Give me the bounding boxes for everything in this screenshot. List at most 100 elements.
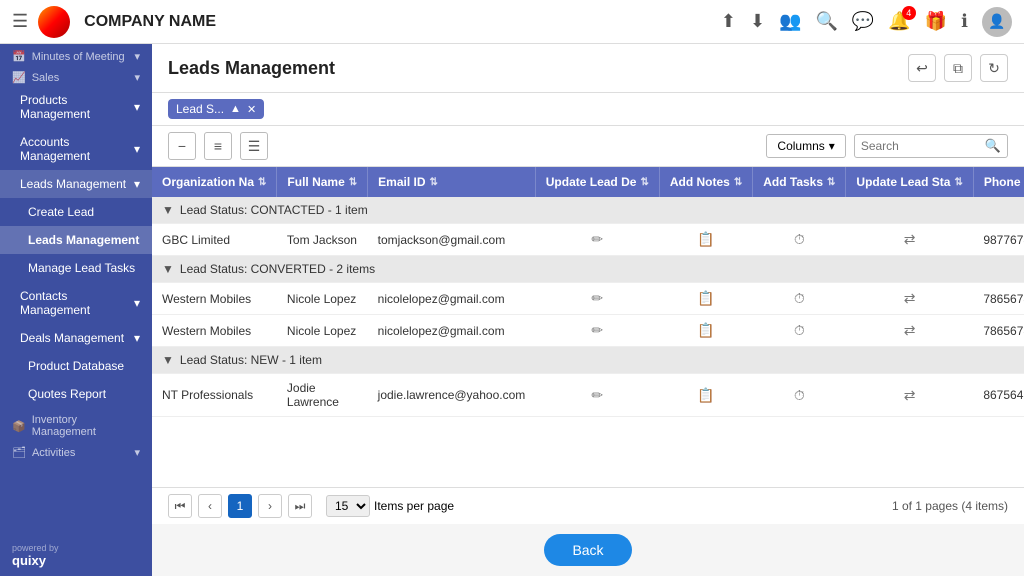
filter-chip-label: Lead S... [176, 102, 224, 116]
sidebar-item-minutes-of-meeting[interactable]: 📅 Minutes of Meeting ▾ [0, 44, 152, 65]
columns-button[interactable]: Columns ▾ [766, 134, 845, 158]
sidebar-item-leads-management[interactable]: Leads Management ▾ [0, 170, 152, 198]
minus-button[interactable]: − [168, 132, 196, 160]
group-toggle[interactable]: ▼ [162, 353, 174, 367]
group-row-1: ▼Lead Status: CONVERTED - 2 items [152, 256, 1024, 283]
cell-status[interactable]: ⇄ [846, 283, 973, 315]
cell-notes[interactable]: 📋 [659, 224, 752, 256]
refresh-button[interactable]: ↻ [980, 54, 1008, 82]
users-icon[interactable]: 👥 [779, 11, 801, 32]
pagination-info: 1 of 1 pages (4 items) [892, 499, 1008, 513]
document-icon[interactable]: 📋 [697, 290, 714, 306]
sidebar-item-products-management[interactable]: Products Management ▾ [0, 86, 152, 128]
cell-tasks[interactable]: ⏱ [753, 283, 846, 315]
filter-close-icon[interactable]: ✕ [247, 103, 256, 116]
th-update-lead-de: Update Lead De ⇅ [535, 167, 659, 197]
next-page-button[interactable]: › [258, 494, 282, 518]
chevron-down-icon-sales: ▾ [134, 71, 140, 84]
copy-button[interactable]: ⧉ [944, 54, 972, 82]
group-toggle[interactable]: ▼ [162, 203, 174, 217]
download-icon[interactable]: ⬇ [750, 11, 765, 32]
search-box[interactable]: 🔍 [854, 134, 1008, 158]
last-page-button[interactable]: ⏭ [288, 494, 312, 518]
sidebar-item-inventory-management[interactable]: 📦 Inventory Management [0, 408, 152, 440]
cell-notes[interactable]: 📋 [659, 315, 752, 347]
sidebar-item-contacts-management[interactable]: Contacts Management ▾ [0, 282, 152, 324]
filter-chip[interactable]: Lead S... ▲ ✕ [168, 99, 264, 119]
cell-notes[interactable]: 📋 [659, 374, 752, 417]
clock-icon[interactable]: ⏱ [794, 387, 805, 403]
sidebar-item-manage-lead-tasks[interactable]: Manage Lead Tasks [0, 254, 152, 282]
sidebar-item-quotes-report[interactable]: Quotes Report [0, 380, 152, 408]
avatar[interactable]: 👤 [982, 7, 1012, 37]
sidebar-item-sales[interactable]: 📈 Sales ▾ [0, 65, 152, 86]
cell-tasks[interactable]: ⏱ [753, 315, 846, 347]
gift-icon[interactable]: 🎁 [925, 11, 947, 32]
cell-tasks[interactable]: ⏱ [753, 374, 846, 417]
table-row: Western Mobiles Nicole Lopez nicolelopez… [152, 283, 1024, 315]
sidebar-item-activities[interactable]: 🗂 Activities ▾ [0, 440, 152, 461]
cell-update-lead[interactable]: ✏ [535, 315, 659, 347]
document-icon[interactable]: 📋 [697, 231, 714, 247]
clock-icon[interactable]: ⏱ [794, 322, 805, 338]
arrows-icon[interactable]: ⇄ [904, 231, 916, 247]
list-button-1[interactable]: ≡ [204, 132, 232, 160]
cell-fullname: Tom Jackson [277, 224, 368, 256]
sort-icon-fullname[interactable]: ⇅ [349, 177, 357, 188]
cell-status[interactable]: ⇄ [846, 224, 973, 256]
back-button[interactable]: Back [544, 534, 631, 566]
arrows-icon[interactable]: ⇄ [904, 290, 916, 306]
sort-icon-update[interactable]: ⇅ [640, 177, 648, 188]
list-button-2[interactable]: ☰ [240, 132, 268, 160]
company-name: COMPANY NAME [84, 13, 216, 31]
pencil-icon[interactable]: ✏ [591, 290, 603, 306]
items-per-page: 15 25 50 Items per page [326, 495, 454, 517]
arrows-icon[interactable]: ⇄ [904, 322, 916, 338]
pencil-icon[interactable]: ✏ [591, 322, 603, 338]
undo-button[interactable]: ↩ [908, 54, 936, 82]
group-toggle[interactable]: ▼ [162, 262, 174, 276]
sidebar-item-deals-management[interactable]: Deals Management ▾ [0, 324, 152, 352]
sort-icon-org[interactable]: ⇅ [258, 177, 266, 188]
cell-update-lead[interactable]: ✏ [535, 283, 659, 315]
first-page-button[interactable]: ⏮ [168, 494, 192, 518]
notification-icon[interactable]: 🔔4 [888, 11, 910, 32]
clock-icon[interactable]: ⏱ [794, 290, 805, 306]
search-icon-toolbar: 🔍 [985, 138, 1001, 154]
document-icon[interactable]: 📋 [697, 322, 714, 338]
sidebar-item-create-lead[interactable]: Create Lead [0, 198, 152, 226]
document-icon[interactable]: 📋 [697, 387, 714, 403]
prev-page-button[interactable]: ‹ [198, 494, 222, 518]
cell-update-lead[interactable]: ✏ [535, 224, 659, 256]
th-add-notes: Add Notes ⇅ [659, 167, 752, 197]
info-icon[interactable]: ℹ [961, 11, 968, 32]
upload-icon[interactable]: ⬆ [721, 11, 736, 32]
sort-icon-email[interactable]: ⇅ [430, 177, 438, 188]
topbar-right: ⬆ ⬇ 👥 🔍 💬 🔔4 🎁 ℹ 👤 [721, 7, 1012, 37]
chat-icon[interactable]: 💬 [852, 11, 874, 32]
pencil-icon[interactable]: ✏ [591, 387, 603, 403]
sort-icon-status[interactable]: ⇅ [954, 177, 962, 188]
minutes-icon: 📅 [12, 50, 26, 63]
clock-icon[interactable]: ⏱ [794, 231, 805, 247]
hamburger-icon[interactable]: ☰ [12, 11, 28, 32]
company-logo [38, 6, 70, 38]
search-input[interactable] [861, 139, 981, 153]
page-1-button[interactable]: 1 [228, 494, 252, 518]
sidebar-item-product-database[interactable]: Product Database [0, 352, 152, 380]
topbar-left: ☰ COMPANY NAME [12, 6, 216, 38]
sidebar-item-accounts-management[interactable]: Accounts Management ▾ [0, 128, 152, 170]
sort-icon-notes[interactable]: ⇅ [734, 177, 742, 188]
cell-update-lead[interactable]: ✏ [535, 374, 659, 417]
cell-notes[interactable]: 📋 [659, 283, 752, 315]
cell-status[interactable]: ⇄ [846, 315, 973, 347]
sort-icon-tasks[interactable]: ⇅ [827, 177, 835, 188]
cell-status[interactable]: ⇄ [846, 374, 973, 417]
sidebar-item-leads-management-sub[interactable]: Leads Management [0, 226, 152, 254]
back-area: Back [152, 524, 1024, 576]
pencil-icon[interactable]: ✏ [591, 231, 603, 247]
search-icon[interactable]: 🔍 [815, 11, 837, 32]
arrows-icon[interactable]: ⇄ [904, 387, 916, 403]
cell-tasks[interactable]: ⏱ [753, 224, 846, 256]
page-size-select[interactable]: 15 25 50 [326, 495, 370, 517]
